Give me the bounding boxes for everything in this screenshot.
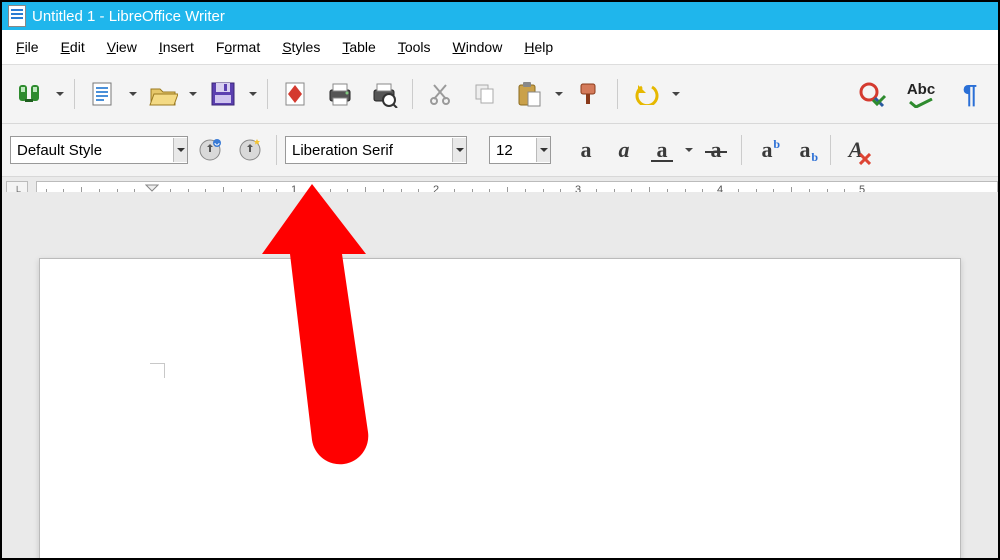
open-dropdown[interactable] xyxy=(187,88,199,100)
app-window: Untitled 1 - LibreOffice Writer FileEdit… xyxy=(0,0,1000,560)
formatting-marks-button[interactable]: ¶ xyxy=(950,74,990,114)
auto-spellcheck-button[interactable]: Abc xyxy=(896,74,946,114)
window-title: Untitled 1 - LibreOffice Writer xyxy=(32,8,225,25)
save-dropdown[interactable] xyxy=(247,88,259,100)
undo-button[interactable] xyxy=(626,74,666,114)
menu-window[interactable]: Window xyxy=(445,35,511,59)
title-bar: Untitled 1 - LibreOffice Writer xyxy=(2,2,998,30)
undo-dropdown[interactable] xyxy=(670,88,682,100)
document-area xyxy=(2,192,998,558)
paragraph-style-dropdown[interactable] xyxy=(173,138,187,162)
bold-button[interactable]: a xyxy=(569,133,603,167)
font-size-combo[interactable] xyxy=(489,136,551,164)
paragraph-style-combo[interactable] xyxy=(10,136,188,164)
cut-button[interactable] xyxy=(421,74,461,114)
font-size-input[interactable] xyxy=(490,142,536,159)
underline-button[interactable]: a xyxy=(645,133,679,167)
abc-label: Abc xyxy=(907,81,935,98)
menu-styles[interactable]: Styles xyxy=(274,35,328,59)
strikethrough-button[interactable]: a xyxy=(699,133,733,167)
update-style-button[interactable] xyxy=(192,132,228,168)
print-preview-button[interactable] xyxy=(364,74,404,114)
font-size-dropdown[interactable] xyxy=(536,138,550,162)
new-style-button[interactable] xyxy=(232,132,268,168)
formatting-toolbar: a a a a ab ab A xyxy=(2,124,998,177)
separator xyxy=(412,79,413,109)
paragraph-style-input[interactable] xyxy=(11,142,173,159)
font-name-dropdown[interactable] xyxy=(452,138,466,162)
document-icon xyxy=(8,5,26,27)
paste-button[interactable] xyxy=(509,74,549,114)
open-button[interactable] xyxy=(143,74,183,114)
underline-dropdown[interactable] xyxy=(683,144,695,156)
export-pdf-button[interactable] xyxy=(276,74,316,114)
superscript-button[interactable]: ab xyxy=(750,133,784,167)
clear-formatting-button[interactable]: A xyxy=(839,133,873,167)
print-button[interactable] xyxy=(320,74,360,114)
separator xyxy=(276,135,277,165)
clone-formatting-button[interactable] xyxy=(569,74,609,114)
new-dropdown[interactable] xyxy=(127,88,139,100)
separator xyxy=(267,79,268,109)
font-name-combo[interactable] xyxy=(285,136,467,164)
separator xyxy=(617,79,618,109)
find-dropdown[interactable] xyxy=(54,88,66,100)
subscript-button[interactable]: ab xyxy=(788,133,822,167)
separator xyxy=(74,79,75,109)
menu-file[interactable]: File xyxy=(8,35,47,59)
find-replace-button[interactable] xyxy=(10,74,50,114)
margin-mark-icon xyxy=(150,363,165,378)
page[interactable] xyxy=(39,258,961,558)
menu-insert[interactable]: Insert xyxy=(151,35,202,59)
menu-view[interactable]: View xyxy=(99,35,145,59)
menu-bar: FileEditViewInsertFormatStylesTable Tools… xyxy=(2,30,998,65)
paste-dropdown[interactable] xyxy=(553,88,565,100)
font-name-input[interactable] xyxy=(286,142,452,159)
italic-button[interactable]: a xyxy=(607,133,641,167)
copy-button[interactable] xyxy=(465,74,505,114)
menu-help[interactable]: Help xyxy=(516,35,561,59)
spellcheck-button[interactable] xyxy=(852,74,892,114)
separator xyxy=(741,135,742,165)
new-document-button[interactable] xyxy=(83,74,123,114)
menu-table[interactable]: Table xyxy=(334,35,383,59)
save-button[interactable] xyxy=(203,74,243,114)
standard-toolbar: Abc ¶ xyxy=(2,65,998,124)
separator xyxy=(830,135,831,165)
menu-format[interactable]: Format xyxy=(208,35,268,59)
menu-tools[interactable]: Tools xyxy=(390,35,439,59)
menu-edit[interactable]: Edit xyxy=(53,35,93,59)
